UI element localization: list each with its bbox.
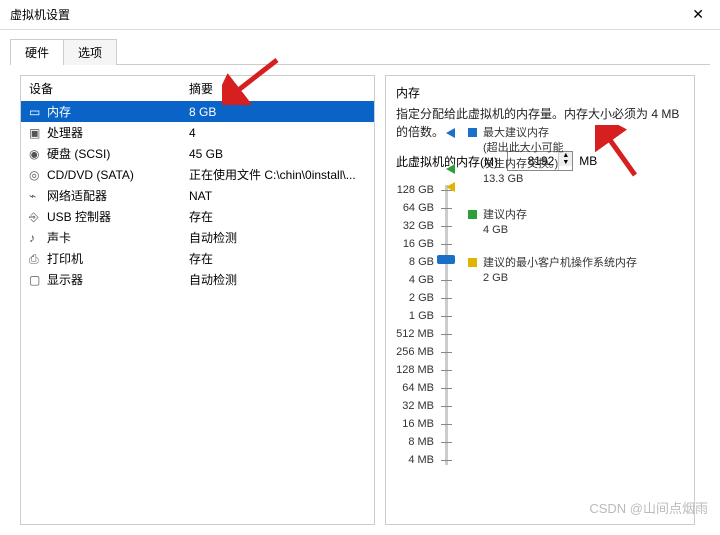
tick-label: 4 MB: [408, 454, 434, 466]
tick-label: 256 MB: [396, 346, 434, 358]
square-green-icon: [468, 210, 477, 219]
watermark: CSDN @山间点烟雨: [589, 498, 708, 517]
device-icon: ◉: [29, 147, 43, 161]
table-row[interactable]: ⎙打印机存在: [21, 248, 374, 269]
table-row[interactable]: ▭内存8 GB: [21, 101, 374, 122]
table-row[interactable]: ♪声卡自动检测: [21, 227, 374, 248]
tick-label: 32 GB: [403, 220, 434, 232]
device-table: 设备 摘要 ▭内存8 GB▣处理器4◉硬盘 (SCSI)45 GB◎CD/DVD…: [21, 76, 374, 290]
tick-label: 8 MB: [408, 436, 434, 448]
tab-options[interactable]: 选项: [63, 39, 117, 65]
device-icon: ▣: [29, 126, 43, 140]
table-row[interactable]: ⎆USB 控制器存在: [21, 206, 374, 227]
tab-hardware[interactable]: 硬件: [10, 39, 64, 65]
tick-label: 16 MB: [402, 418, 434, 430]
tick-label: 8 GB: [409, 256, 434, 268]
triangle-blue-icon: [446, 128, 455, 138]
tick-label: 32 MB: [402, 400, 434, 412]
triangle-green-icon: [446, 164, 455, 174]
recommend-block: 建议内存 4 GB: [483, 208, 527, 239]
tick-label: 2 GB: [409, 292, 434, 304]
table-row[interactable]: ◎CD/DVD (SATA)正在使用文件 C:\chin\0install\..…: [21, 164, 374, 185]
table-row[interactable]: ▣处理器4: [21, 122, 374, 143]
close-icon[interactable]: ✕: [686, 6, 710, 23]
device-icon: ▭: [29, 105, 43, 119]
device-icon: ◎: [29, 168, 43, 182]
tick-label: 128 GB: [397, 184, 434, 196]
device-icon: ⎙: [29, 252, 43, 267]
table-row[interactable]: ▢显示器自动检测: [21, 269, 374, 290]
tick-label: 64 MB: [402, 382, 434, 394]
tick-label: 1 GB: [409, 310, 434, 322]
tick-label: 4 GB: [409, 274, 434, 286]
device-icon: ♪: [29, 231, 43, 245]
col-device: 设备: [21, 76, 181, 101]
window-title: 虚拟机设置: [10, 6, 70, 23]
table-row[interactable]: ⌁网络适配器NAT: [21, 185, 374, 206]
max-recommend-block: 最大建议内存 (超出此大小可能 发生内存交换。) 13.3 GB: [483, 126, 564, 188]
device-icon: ⌁: [29, 189, 43, 203]
min-recommend-block: 建议的最小客户机操作系统内存 2 GB: [483, 256, 637, 287]
tick-label: 128 MB: [396, 364, 434, 376]
square-blue-icon: [468, 128, 477, 137]
tick-label: 16 GB: [403, 238, 434, 250]
table-row[interactable]: ◉硬盘 (SCSI)45 GB: [21, 143, 374, 164]
device-icon: ⎆: [29, 210, 43, 225]
tick-label: 512 MB: [396, 328, 434, 340]
triangle-yellow-icon: [446, 182, 455, 192]
device-icon: ▢: [29, 273, 43, 287]
tick-label: 64 GB: [403, 202, 434, 214]
square-yellow-icon: [468, 258, 477, 267]
col-summary: 摘要: [181, 76, 374, 101]
